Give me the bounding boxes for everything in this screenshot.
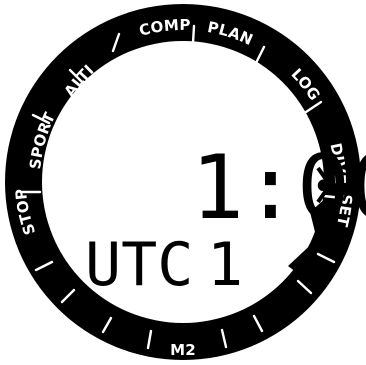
timezone-label: UTC xyxy=(85,230,193,300)
divider-comp-plan xyxy=(191,24,196,45)
dive-computer-watch-face: COMP PLAN LOG DIVE SET STOP SPORT ALTI M… xyxy=(5,4,366,360)
timezone-value: 1 xyxy=(207,230,243,300)
bezel-label-m2[interactable]: M2 xyxy=(170,341,196,359)
time-readout: 1:00 xyxy=(191,136,366,239)
